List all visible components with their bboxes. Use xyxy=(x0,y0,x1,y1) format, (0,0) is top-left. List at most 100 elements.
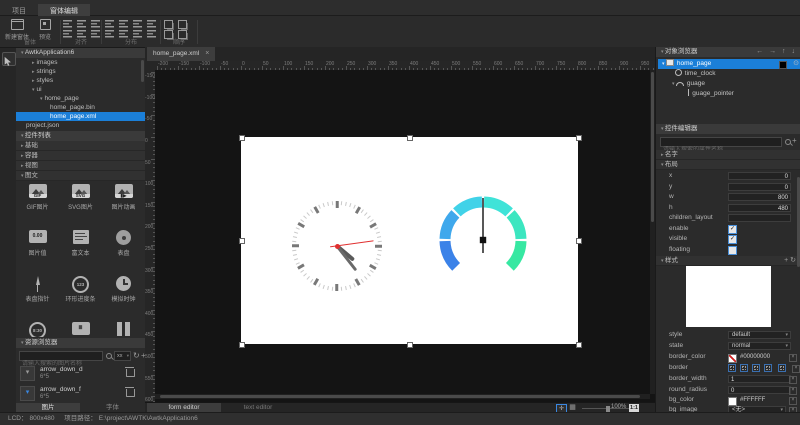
enable-checkbox[interactable]: ✓ xyxy=(728,225,737,234)
resource-filter-dropdown[interactable]: xx▾ xyxy=(114,351,131,361)
border-width-field[interactable]: 1 xyxy=(728,375,791,383)
trash-icon[interactable] xyxy=(126,389,135,397)
toolbar-icon[interactable] xyxy=(164,20,173,29)
selection-handle[interactable] xyxy=(239,238,245,244)
trash-icon[interactable] xyxy=(126,369,135,377)
x-field[interactable]: 0 xyxy=(728,172,791,180)
toolbar-icon[interactable] xyxy=(119,30,128,38)
tree-item-strings[interactable]: ▸strings xyxy=(16,67,161,76)
widget-gauge-pointer-icon[interactable]: 表盘指针 xyxy=(16,273,59,319)
property-search-box[interactable] xyxy=(660,137,782,147)
scrollbar-thumb[interactable] xyxy=(141,60,144,82)
object-node-home_page[interactable]: ▾ home_page⊙ xyxy=(658,59,800,69)
resource-browser-header[interactable]: ▾ 资源浏览器 xyxy=(16,338,145,348)
refresh-icon[interactable]: ↻ xyxy=(133,351,140,360)
visible-checkbox[interactable]: ✓ xyxy=(728,235,737,244)
search-icon[interactable] xyxy=(106,353,112,359)
style-dropdown[interactable]: default▾ xyxy=(728,331,791,339)
reset-icon[interactable]: × xyxy=(789,354,797,362)
h-scrollbar-thumb[interactable] xyxy=(160,395,640,398)
resource-item-arrow_down_d[interactable]: ▾arrow_down_d6*5 xyxy=(16,364,145,383)
toolbar-icon[interactable] xyxy=(63,30,72,38)
selection-handle[interactable] xyxy=(576,238,582,244)
object-node-guage[interactable]: ▾ guage⊙ xyxy=(658,79,800,89)
widget-digital-clock-icon[interactable]: 8:30 xyxy=(16,319,59,337)
toolbar-icon[interactable] xyxy=(105,20,114,28)
section-layout[interactable]: ▾ 布局 xyxy=(656,160,800,170)
selection-handle[interactable] xyxy=(239,342,245,348)
widget-category-3[interactable]: ▸ 视图 xyxy=(16,161,145,171)
toolbar-icon[interactable] xyxy=(178,30,187,39)
toolbar-icon[interactable] xyxy=(147,30,156,38)
border-right-button[interactable] xyxy=(752,364,760,372)
widget-image-animation-icon[interactable]: ▮▶图片动画 xyxy=(102,181,145,227)
widget-analog-clock-icon[interactable]: 模拟时钟 xyxy=(102,273,145,319)
tree-item-project.json[interactable]: project.json xyxy=(16,121,153,130)
children_layout-field[interactable] xyxy=(728,214,791,222)
tree-item-styles[interactable]: ▸styles xyxy=(16,76,161,85)
select-tool-button[interactable] xyxy=(2,52,16,66)
widget-list-widget-icon[interactable] xyxy=(102,319,145,337)
border-top-button[interactable] xyxy=(740,364,748,372)
border-bottom-button[interactable] xyxy=(764,364,772,372)
floating-checkbox[interactable] xyxy=(728,246,737,255)
selection-handle[interactable] xyxy=(576,342,582,348)
toolbar-icon[interactable] xyxy=(133,20,142,28)
grid-toggle-icon[interactable]: ▦ xyxy=(568,404,577,412)
resource-item-arrow_down_f[interactable]: ▾arrow_down_f6*5 xyxy=(16,384,145,403)
widget-rich-text-icon[interactable]: 富文本 xyxy=(59,227,102,273)
resource-search-box[interactable] xyxy=(19,351,103,361)
w-field[interactable]: 800 xyxy=(728,193,791,201)
widget-circular-progress-icon[interactable]: 123环形进度条 xyxy=(59,273,102,319)
toolbar-icon[interactable] xyxy=(63,20,72,28)
close-icon[interactable]: × xyxy=(205,50,209,57)
reset-icon[interactable]: × xyxy=(792,365,800,373)
tree-item-images[interactable]: ▸images xyxy=(16,58,161,67)
object-node-guage_pointer[interactable]: guage_pointer⊙ xyxy=(658,89,800,99)
style-header-icons[interactable]: + ↻ xyxy=(784,256,796,266)
selection-handle[interactable] xyxy=(407,135,413,141)
tab-images[interactable]: 图片 xyxy=(16,403,80,412)
add-property-icon[interactable]: + xyxy=(792,136,797,145)
widget-svg-image-icon[interactable]: SVGSVG图片 xyxy=(59,181,102,227)
widget-image-value-icon[interactable]: 0.00图片值 xyxy=(16,227,59,273)
toolbar-icon[interactable] xyxy=(91,20,100,28)
toolbar-icon[interactable] xyxy=(105,30,114,38)
h-scrollbar-track[interactable] xyxy=(155,394,650,399)
tab-home-page-xml[interactable]: home_page.xml× xyxy=(147,47,215,61)
widget-text-widget-icon[interactable]: ≣ xyxy=(59,319,102,337)
eye-icon[interactable]: ⊙ xyxy=(793,59,799,69)
section-name[interactable]: ▸ 名字 xyxy=(656,150,800,160)
widget-category-2[interactable]: ▸ 容器 xyxy=(16,151,145,161)
reset-icon[interactable]: × xyxy=(789,387,797,395)
widget-guage[interactable] xyxy=(433,190,533,290)
toolbar-icon[interactable] xyxy=(119,20,128,28)
toolbar-icon[interactable] xyxy=(133,30,142,38)
reset-icon[interactable]: × xyxy=(789,376,797,384)
widget-category-4[interactable]: ▾ 图文 xyxy=(16,171,145,181)
reset-icon[interactable]: × xyxy=(789,397,797,405)
widget-time-clock[interactable] xyxy=(289,198,385,294)
widget-gif-image-icon[interactable]: GIFGIF图片 xyxy=(16,181,59,227)
tree-item-ui[interactable]: ▾ui xyxy=(16,85,161,94)
widget-category-1[interactable]: ▸ 基础 xyxy=(16,141,145,151)
toolbar-icon[interactable] xyxy=(91,30,100,38)
project-tree-header[interactable]: ▾ AwtkApplication6 xyxy=(16,48,145,58)
property-editor-header[interactable]: ▾ 控件编辑器 xyxy=(656,124,800,134)
selection-handle[interactable] xyxy=(407,342,413,348)
round-radius-field[interactable]: 0 xyxy=(728,386,791,394)
state-dropdown[interactable]: normal▾ xyxy=(728,342,791,350)
border-all-button[interactable] xyxy=(778,364,786,372)
search-icon[interactable] xyxy=(785,139,791,145)
object-node-time_clock[interactable]: time_clock⊙ xyxy=(658,69,800,79)
toolbar-icon[interactable] xyxy=(164,30,173,39)
design-viewport[interactable] xyxy=(155,70,655,412)
toolbar-icon[interactable] xyxy=(77,30,86,38)
widget-list-header[interactable]: ▾ 控件列表 xyxy=(16,131,145,141)
tab-fonts[interactable]: 字体 xyxy=(80,403,145,412)
border-left-button[interactable] xyxy=(728,364,736,372)
h-field[interactable]: 480 xyxy=(728,204,791,212)
zoom-slider-thumb[interactable] xyxy=(606,406,610,412)
toolbar-icon[interactable] xyxy=(77,20,86,28)
object-browser-arrows[interactable]: ← → ↑ ↓ xyxy=(756,47,797,57)
